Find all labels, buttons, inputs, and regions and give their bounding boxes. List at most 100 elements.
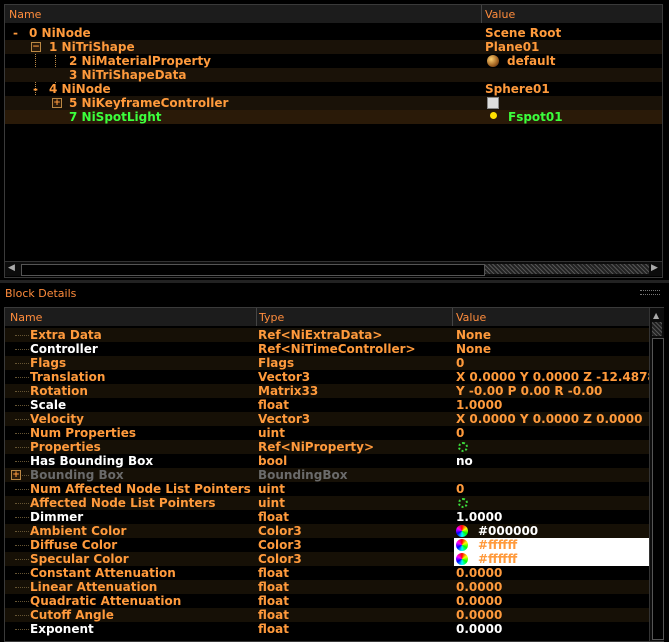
tree-horizontal-scrollbar[interactable]: ◀ ▶	[5, 261, 662, 276]
property-value-cell[interactable]: #ffffff	[454, 552, 649, 566]
property-value-cell[interactable]: 1.0000	[454, 398, 649, 412]
property-row[interactable]: Linear Attenuation float 0.0000	[5, 580, 649, 594]
tree-row[interactable]: + 5 NiKeyframeController	[5, 96, 662, 110]
property-row[interactable]: Num Affected Node List Pointers uint 0	[5, 482, 649, 496]
property-row[interactable]: Affected Node List Pointers uint	[5, 496, 649, 510]
block-details-table: Name Type Value ▲ Extra Data Ref<NiExtraD…	[4, 307, 664, 642]
expand-icon[interactable]: +	[52, 98, 62, 108]
property-value-cell[interactable]: None	[454, 342, 649, 356]
tree-row[interactable]: 3 NiTriShapeData	[5, 68, 662, 82]
property-value-cell[interactable]: 0.0000	[454, 608, 649, 622]
property-row[interactable]: Controller Ref<NiTimeController> None	[5, 342, 649, 356]
expand-icon[interactable]: +	[11, 470, 21, 480]
property-row[interactable]: Rotation Matrix33 Y -0.00 P 0.00 R -0.00	[5, 384, 649, 398]
tree-row-value: Scene Root	[485, 26, 562, 40]
property-value-cell[interactable]: 0	[454, 426, 649, 440]
property-value-cell[interactable]: 0.0000	[454, 580, 649, 594]
property-value-cell[interactable]	[454, 496, 649, 510]
property-value: #000000	[478, 524, 539, 538]
tree-guide	[15, 349, 29, 350]
scroll-up-icon[interactable]: ▲	[653, 311, 659, 320]
property-value-cell[interactable]: no	[454, 454, 649, 468]
property-type: float	[258, 398, 289, 412]
property-row[interactable]: Flags Flags 0	[5, 356, 649, 370]
collapse-icon[interactable]: −	[31, 42, 41, 52]
scroll-track[interactable]	[485, 264, 649, 274]
property-name: Controller	[30, 342, 98, 356]
property-value-cell[interactable]: X 0.0000 Y 0.0000 Z 0.0000	[454, 412, 649, 426]
keyframe-icon	[487, 97, 499, 109]
block-details-title: Block Details	[5, 287, 77, 300]
tree-row[interactable]: - 4 NiNode Sphere01	[5, 82, 662, 96]
scroll-thumb[interactable]	[21, 264, 485, 276]
tree-row[interactable]: 2 NiMaterialProperty default	[5, 54, 662, 68]
property-type: float	[258, 622, 289, 636]
property-name: Linear Attenuation	[30, 580, 158, 594]
tree-header-name[interactable]: Name	[9, 8, 41, 21]
property-row[interactable]: Exponent float 0.0000	[5, 622, 649, 636]
property-row[interactable]: Has Bounding Box bool no	[5, 454, 649, 468]
property-value-cell[interactable]	[454, 468, 649, 482]
property-value-cell[interactable]	[454, 440, 649, 454]
link-icon[interactable]	[458, 498, 468, 508]
property-value-cell[interactable]: 1.0000	[454, 510, 649, 524]
property-row[interactable]: Ambient Color Color3 #000000	[5, 524, 649, 538]
property-name: Num Properties	[30, 426, 137, 440]
property-name: Velocity	[30, 412, 84, 426]
property-value: 0.0000	[456, 566, 503, 580]
dock-handle[interactable]	[640, 290, 660, 295]
details-header: Name Type Value	[5, 308, 649, 326]
collapse-icon[interactable]: -	[33, 82, 38, 96]
property-value-cell[interactable]: #000000	[454, 524, 649, 538]
tree-row[interactable]: - 0 NiNode Scene Root	[5, 26, 662, 40]
scroll-right-icon[interactable]: ▶	[651, 263, 658, 273]
material-icon	[487, 55, 499, 67]
property-name: Affected Node List Pointers	[30, 496, 216, 510]
details-header-type[interactable]: Type	[259, 311, 284, 324]
property-row[interactable]: Velocity Vector3 X 0.0000 Y 0.0000 Z 0.000…	[5, 412, 649, 426]
property-row[interactable]: Constant Attenuation float 0.0000	[5, 566, 649, 580]
property-name: Bounding Box	[30, 468, 124, 482]
tree-header-value[interactable]: Value	[485, 8, 515, 21]
scroll-thumb[interactable]	[652, 338, 664, 640]
property-row[interactable]: Properties Ref<NiProperty>	[5, 440, 649, 454]
property-row[interactable]: Diffuse Color Color3 #ffffff	[5, 538, 649, 552]
property-value-cell[interactable]: 0.0000	[454, 566, 649, 580]
property-row[interactable]: Dimmer float 1.0000	[5, 510, 649, 524]
property-row[interactable]: Quadratic Attenuation float 0.0000	[5, 594, 649, 608]
tree-row[interactable]: − 1 NiTriShape Plane01	[5, 40, 662, 54]
color-swatch-icon[interactable]	[456, 553, 468, 565]
color-swatch-icon[interactable]	[456, 525, 468, 537]
property-value-cell[interactable]: #ffffff	[454, 538, 649, 552]
property-value-cell[interactable]: 0	[454, 482, 649, 496]
color-swatch-icon[interactable]	[456, 539, 468, 551]
property-value-cell[interactable]: 0	[454, 356, 649, 370]
scroll-left-icon[interactable]: ◀	[8, 263, 15, 273]
collapse-icon[interactable]: -	[13, 26, 18, 40]
details-header-value[interactable]: Value	[456, 311, 486, 324]
link-icon[interactable]	[458, 442, 468, 452]
property-value-cell[interactable]: None	[454, 328, 649, 342]
tree-guide	[15, 433, 29, 434]
property-value: None	[456, 342, 491, 356]
panel-splitter[interactable]	[0, 280, 669, 283]
property-row[interactable]: Cutoff Angle float 0.0000	[5, 608, 649, 622]
property-value-cell[interactable]: 0.0000	[454, 594, 649, 608]
property-value-cell[interactable]: X 0.0000 Y 0.0000 Z -12.4878	[454, 370, 649, 384]
tree-row-label: 4 NiNode	[49, 82, 111, 96]
property-name: Has Bounding Box	[30, 454, 154, 468]
property-row[interactable]: + Bounding Box BoundingBox	[5, 468, 649, 482]
property-row[interactable]: Extra Data Ref<NiExtraData> None	[5, 328, 649, 342]
scroll-track[interactable]	[652, 322, 662, 336]
details-header-name[interactable]: Name	[10, 311, 42, 324]
property-row[interactable]: Specular Color Color3 #ffffff	[5, 552, 649, 566]
tree-row-selected[interactable]: 7 NiSpotLight Fspot01	[5, 110, 662, 124]
property-value-cell[interactable]: 0.0000	[454, 622, 649, 636]
property-row[interactable]: Num Properties uint 0	[5, 426, 649, 440]
property-value: Y -0.00 P 0.00 R -0.00	[456, 384, 603, 398]
property-row[interactable]: Scale float 1.0000	[5, 398, 649, 412]
details-vertical-scrollbar[interactable]: ▲	[649, 308, 664, 641]
property-value-cell[interactable]: Y -0.00 P 0.00 R -0.00	[454, 384, 649, 398]
property-row[interactable]: Translation Vector3 X 0.0000 Y 0.0000 Z -1…	[5, 370, 649, 384]
property-type: float	[258, 580, 289, 594]
